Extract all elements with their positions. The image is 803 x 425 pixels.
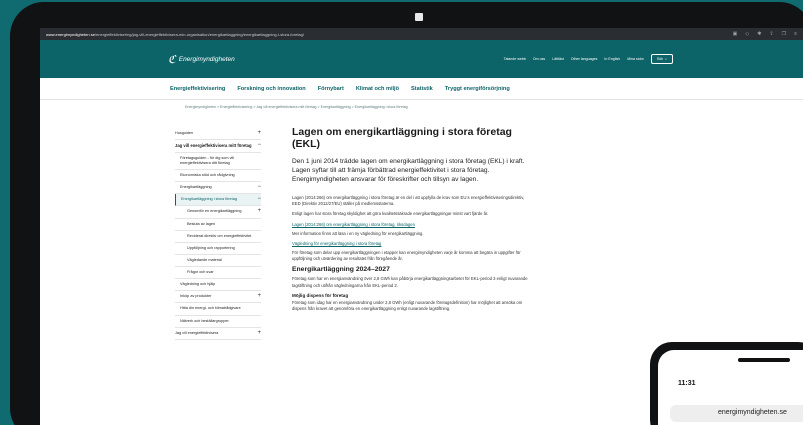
collapse-icon[interactable]: − <box>257 196 261 202</box>
utility-nav: Talande webb Om oss Lättläst Other langu… <box>504 54 803 64</box>
section-heading: Energikartläggning 2024–2027 <box>292 266 390 274</box>
expand-icon[interactable]: + <box>257 293 261 299</box>
address-bar[interactable]: www.energimyndigheten.se/energieffektivi… <box>46 32 304 37</box>
share-icon[interactable]: ⇪ <box>769 31 773 37</box>
sidebar-item[interactable]: Reviderat direktiv om energieffektivitet <box>175 231 261 243</box>
phone-notch <box>738 358 790 362</box>
sidebar-item[interactable]: Energikartläggning − <box>175 182 261 195</box>
site-header: ℭ Energimyndigheten Talande webb Om oss … <box>40 40 803 78</box>
subsection-heading: Möjlig dispens för företag <box>292 293 349 299</box>
sidebar-item-label: Jag vill energieffektivisera mitt företa… <box>175 143 252 149</box>
sidebar-item-label: Besluta av lagen <box>187 221 216 226</box>
site-logo[interactable]: ℭ Energimyndigheten <box>168 53 235 66</box>
paragraph-4: För företag som delar upp energikartlägg… <box>292 249 521 262</box>
sidebar-item[interactable]: Ekonomiska stöd och rådgivning <box>175 170 261 183</box>
reader-icon[interactable]: ▣ <box>733 31 738 37</box>
phone-time: 11:31 <box>678 380 696 387</box>
nav-energiforsorjning[interactable]: Tryggt energiförsörjning <box>445 86 510 92</box>
search-button[interactable]: Sök ⌕ <box>650 54 673 64</box>
nav-forskning[interactable]: Forskning och innovation <box>237 86 305 92</box>
paragraph-3: Mer information finns att läsa i en ny v… <box>292 230 424 236</box>
util-in-english[interactable]: In English <box>604 57 620 61</box>
util-talande-webb[interactable]: Talande webb <box>504 57 526 61</box>
url-domain: www.energimyndigheten.se <box>46 31 95 37</box>
breadcrumb[interactable]: Energimyndigheten > Energieffektiviserin… <box>40 100 803 114</box>
sidebar-item-label: Ekonomiska stöd och rådgivning <box>180 173 235 178</box>
sidebar-item-label: Frågor och svar <box>187 270 214 275</box>
sidebar-item[interactable]: Genomför en energikartläggning + <box>175 206 261 219</box>
lead-paragraph: Den 1 juni 2014 trädde lagen om energika… <box>292 158 525 184</box>
sidebar-item[interactable]: Företagsguiden - för dig som vill energi… <box>175 153 261 171</box>
sidebar-item-label: Företagsguiden - för dig som vill energi… <box>180 155 235 165</box>
paragraph-2: Enligt lagen har stora företag skyldighe… <box>292 211 489 217</box>
menu-icon[interactable]: ≡ <box>794 31 797 37</box>
main-nav: Energieffektivisering Forskning och inno… <box>40 78 803 100</box>
sidebar-item-label: Reviderat direktiv om energieffektivitet <box>187 233 252 238</box>
shield-icon[interactable]: ◇ <box>745 31 749 37</box>
search-icon: ⌕ <box>664 57 667 61</box>
sidebar-item[interactable]: Frågor och svar <box>175 267 261 280</box>
sidebar-item[interactable]: Energikartläggning i stora företag − <box>175 194 261 207</box>
sidebar-item[interactable]: Uppföljning och rapportering <box>175 243 261 255</box>
page-title: Lagen om energikartläggning i stora före… <box>292 126 512 150</box>
phone-screen: 11:31 energimyndigheten.se <box>658 350 803 425</box>
sidebar-item-label: Energikartläggning <box>180 185 212 190</box>
sidebar-item[interactable]: Nätverk och beställargrupper <box>175 316 261 328</box>
collapse-icon[interactable]: − <box>257 142 261 148</box>
sidebar-item-label: Vägledning och hjälp <box>180 282 216 287</box>
phone-address-bar[interactable]: energimyndigheten.se <box>670 405 803 422</box>
sidebar-item[interactable]: Hitta din energi- och klimatrådgivare <box>175 303 261 316</box>
browser-toolbar: www.energimyndigheten.se/energieffektivi… <box>40 28 803 40</box>
util-other-languages[interactable]: Other languages <box>571 57 598 61</box>
sidebar-item-label: Jag vill energieffektivisera <box>175 330 219 335</box>
nav-klimat[interactable]: Klimat och miljö <box>356 86 399 92</box>
sidebar-item-label: Vägledande material <box>187 257 222 262</box>
sidebar-nav: Husguiden + Jag vill energieffektivisera m… <box>175 128 261 340</box>
sidebar-item[interactable]: Vägledning och hjälp <box>175 279 261 292</box>
nav-statistik[interactable]: Statistik <box>411 86 433 92</box>
paragraph-1: Lagen (2014:266) om energikartläggning i… <box>292 194 525 206</box>
law-link[interactable]: Lagen (2014:266) om energikartläggning i… <box>292 222 532 227</box>
util-om-oss[interactable]: Om oss <box>533 57 545 61</box>
sidebar-item-label: Hitta din energi- och klimatrådgivare <box>180 306 241 311</box>
logo-swirl-icon: ℭ <box>168 53 176 66</box>
expand-icon[interactable]: + <box>257 130 261 136</box>
article: Lagen om energikartläggning i stora före… <box>292 126 532 317</box>
nav-fornybart[interactable]: Förnybart <box>318 86 344 92</box>
guidance-link[interactable]: Vägledning för energikartläggning i stor… <box>292 241 532 246</box>
sidebar-item-label: Husguiden <box>175 131 194 135</box>
search-label: Sök <box>656 57 663 61</box>
util-lattlast[interactable]: Lättläst <box>552 57 564 61</box>
paragraph-6: Företag som idag har en energianvändning… <box>292 300 523 312</box>
sidebar-item[interactable]: Besluta av lagen <box>175 219 261 231</box>
camera-indicator <box>415 13 423 21</box>
sidebar-item-label: Nätverk och beställargrupper <box>180 318 229 323</box>
extensions-icon[interactable]: ✱ <box>757 31 761 37</box>
paragraph-5: Företag som har en energianvändning över… <box>292 276 528 288</box>
logo-text: Energimyndigheten <box>178 55 235 63</box>
collapse-icon[interactable]: − <box>257 184 261 190</box>
sidebar-item[interactable]: Husguiden + <box>175 128 261 141</box>
phone-device: 11:31 energimyndigheten.se <box>650 342 803 425</box>
sidebar-item-label: Inköp av produkter <box>180 294 212 299</box>
sidebar-item[interactable]: Jag vill energieffektivisera + <box>175 328 261 340</box>
sidebar-item-label: Energikartläggning i stora företag <box>181 197 237 202</box>
sidebar-item-label: Uppföljning och rapportering <box>187 245 235 250</box>
sidebar-item[interactable]: Jag vill energieffektivisera mitt företa… <box>175 140 261 153</box>
tabs-icon[interactable]: ❐ <box>782 31 786 37</box>
expand-icon[interactable]: + <box>257 208 261 214</box>
sidebar-item[interactable]: Vägledande material <box>175 255 261 268</box>
util-mina-sidor[interactable]: Mina sidor <box>627 57 644 61</box>
sidebar-item[interactable]: Inköp av produkter + <box>175 291 261 304</box>
expand-icon[interactable]: + <box>257 330 261 336</box>
sidebar-item-label: Genomför en energikartläggning <box>187 209 242 214</box>
nav-energieffektivisering[interactable]: Energieffektivisering <box>170 86 225 92</box>
url-path: /energieffektivisering/jag-vill-energief… <box>94 31 304 37</box>
